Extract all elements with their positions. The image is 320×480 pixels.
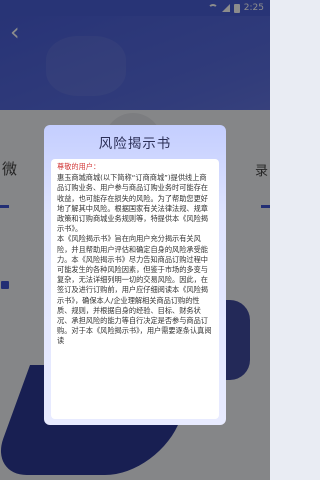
disclosure-paragraph: 本《风险揭示书》旨在向用户充分揭示有关风险，并且帮助用户评估和确定自身的风险承受… [57, 234, 212, 346]
greeting-text: 尊敬的用户： [57, 162, 101, 171]
disclosure-paragraph: 惠玉商城商城(以下简称“订商商城”)提供线上商品订购业务、用户参与商品订购业务时… [57, 173, 208, 234]
dialog-title: 风险揭示书 [98, 136, 172, 152]
dialog-body[interactable]: 尊敬的用户： 惠玉商城商城(以下简称“订商商城”)提供线上商品订购业务、用户参与… [51, 159, 219, 419]
risk-disclosure-dialog: 风险揭示书 尊敬的用户： 惠玉商城商城(以下简称“订商商城”)提供线上商品订购业… [44, 125, 226, 425]
